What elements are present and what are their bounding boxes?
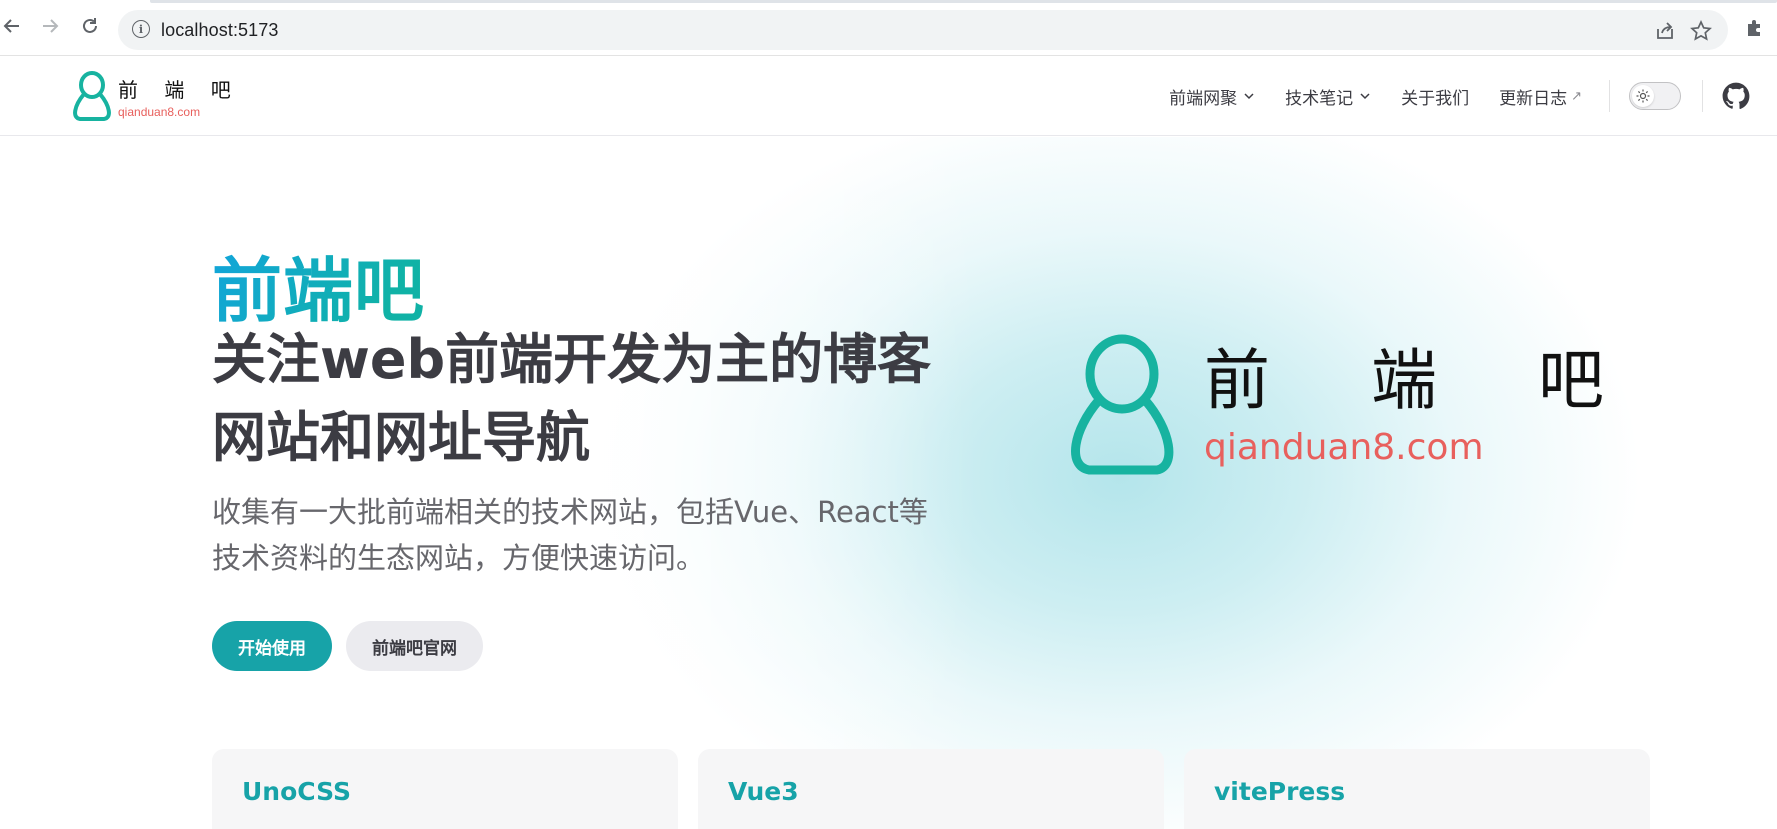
star-icon[interactable] — [1690, 19, 1712, 42]
feature-title: vitePress — [1214, 777, 1346, 806]
hero-logo-title: 前 端 吧 — [1204, 342, 1644, 419]
nav-item-about[interactable]: 关于我们 — [1401, 84, 1469, 109]
external-link-icon: ↗ — [1571, 88, 1582, 103]
nav-item-label: 更新日志 — [1499, 88, 1568, 108]
github-icon[interactable] — [1722, 82, 1750, 110]
appearance-toggle[interactable] — [1629, 82, 1681, 110]
hero-text: 关注web前端开发为主的博客网站和网址导航 — [212, 328, 932, 469]
nav-item-label: 关于我们 — [1401, 88, 1470, 108]
logo-eight-mark — [73, 71, 111, 121]
share-icon[interactable] — [1654, 20, 1676, 42]
hero-actions: 开始使用 前端吧官网 — [212, 621, 483, 671]
hero-section: 前端吧 关注web前端开发为主的博客网站和网址导航 收集有一大批前端相关的技术网… — [0, 137, 1777, 829]
back-arrow-icon[interactable] — [0, 14, 24, 38]
tab-strip-edge — [150, 0, 1777, 3]
logo-domain: qianduan8.com — [118, 104, 201, 119]
nav-divider — [1609, 80, 1610, 112]
hero-logo-image: 前 端 吧 qianduan8.com — [1065, 332, 1644, 477]
logo-eight-mark — [1071, 334, 1174, 475]
chevron-down-icon — [1244, 93, 1254, 100]
extension-icon[interactable] — [1744, 17, 1766, 39]
info-icon[interactable]: i — [132, 20, 150, 38]
nav-item-label: 技术笔记 — [1285, 88, 1354, 108]
nav-divider — [1702, 80, 1703, 112]
nav-menu: 前端网聚 技术笔记 关于我们 更新日志 ↗ — [1139, 56, 1582, 136]
forward-arrow-icon[interactable] — [38, 14, 62, 38]
nav-item-qianduan-wangju[interactable]: 前端网聚 — [1169, 84, 1255, 109]
hero-logo-domain: qianduan8.com — [1204, 427, 1484, 468]
site-navbar: 前 端 吧 qianduan8.com 前端网聚 技术笔记 关于我们 更新日志 … — [0, 56, 1777, 136]
features-list: UnoCSS Vue3 vitePress — [212, 749, 1670, 829]
address-bar[interactable]: i localhost:5173 — [118, 10, 1728, 50]
reload-icon[interactable] — [78, 14, 102, 38]
chevron-down-icon — [1360, 93, 1370, 100]
url-text[interactable]: localhost:5173 — [161, 20, 279, 41]
official-site-button[interactable]: 前端吧官网 — [346, 621, 483, 671]
nav-item-changelog[interactable]: 更新日志 ↗ — [1499, 84, 1582, 109]
feature-card-vue3[interactable]: Vue3 — [698, 749, 1164, 829]
browser-toolbar: i localhost:5173 — [0, 0, 1777, 56]
feature-title: Vue3 — [728, 777, 799, 806]
nav-item-tech-notes[interactable]: 技术笔记 — [1285, 84, 1371, 109]
hero-tagline: 收集有一大批前端相关的技术网站，包括Vue、React等技术资料的生态网站，方便… — [212, 495, 928, 575]
feature-card-vitepress[interactable]: vitePress — [1184, 749, 1650, 829]
sun-icon — [1632, 85, 1654, 107]
logo-title: 前 端 吧 — [118, 77, 241, 102]
feature-card-unocss[interactable]: UnoCSS — [212, 749, 678, 829]
feature-title: UnoCSS — [242, 777, 351, 806]
get-started-button[interactable]: 开始使用 — [212, 621, 332, 671]
site-logo[interactable]: 前 端 吧 qianduan8.com — [72, 70, 241, 122]
nav-item-label: 前端网聚 — [1169, 88, 1238, 108]
